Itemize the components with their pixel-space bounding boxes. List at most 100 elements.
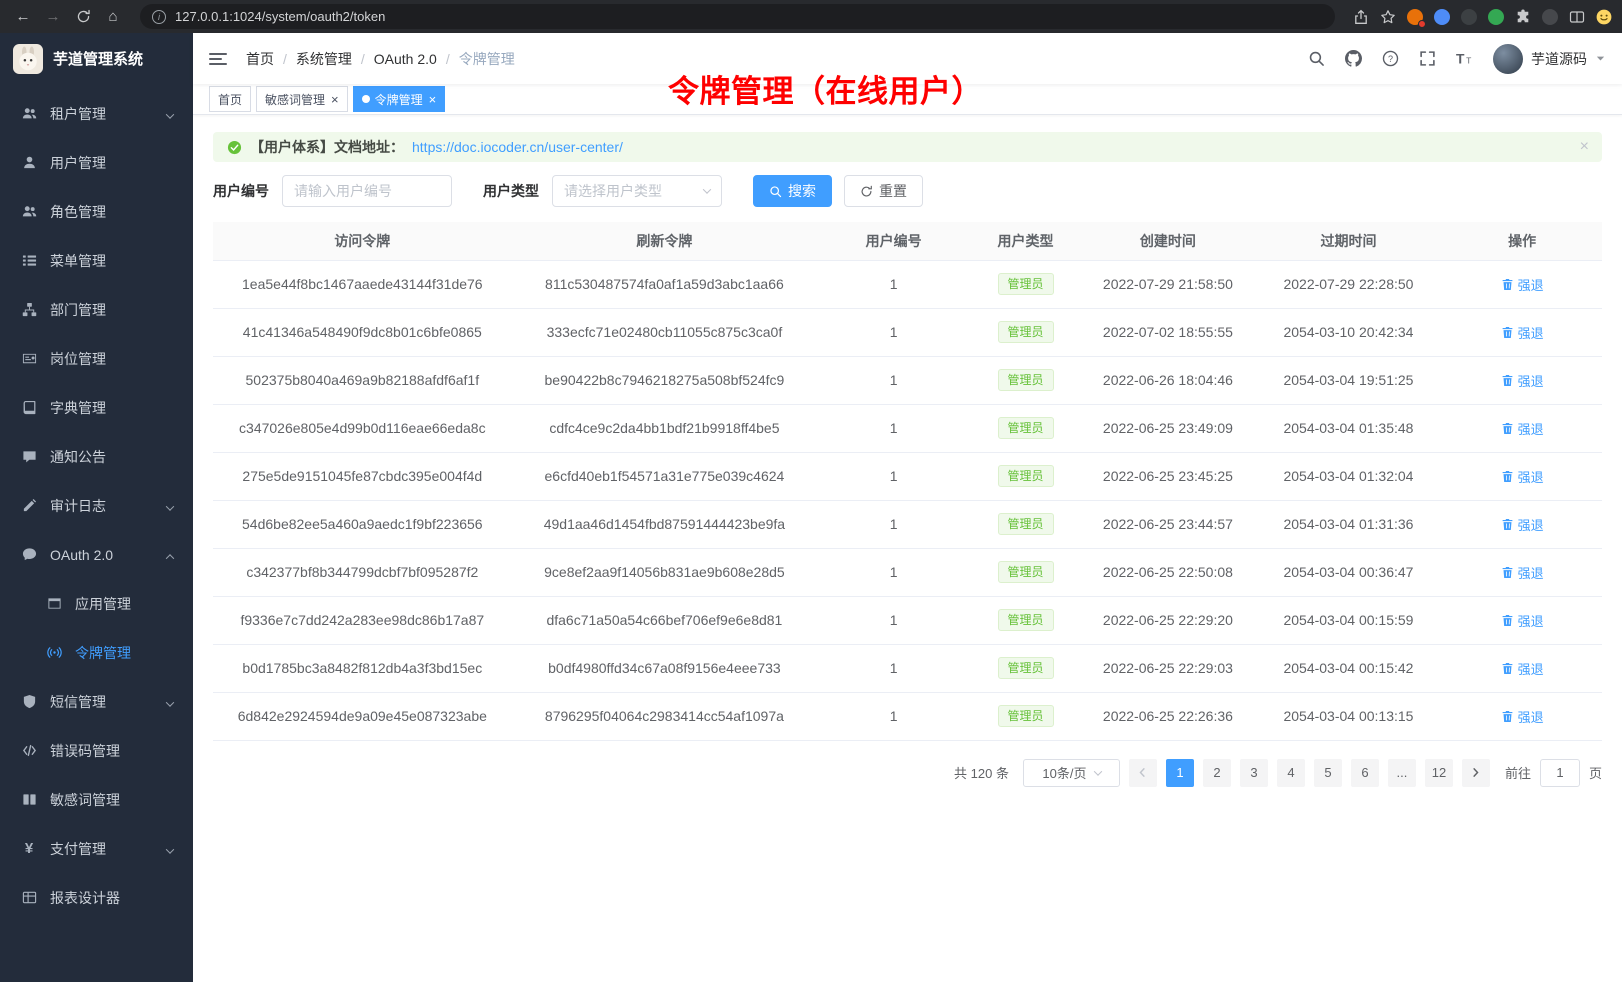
force-logout-button[interactable]: 强退 [1501,707,1544,726]
reload-icon[interactable] [70,5,96,29]
home-icon[interactable]: ⌂ [100,5,126,29]
alert-doc-link[interactable]: https://doc.iocoder.cn/user-center/ [412,139,623,155]
sidebar-item-oauth[interactable]: OAuth 2.0 [0,530,193,579]
share-icon[interactable] [1353,9,1369,25]
force-logout-button[interactable]: 强退 [1501,563,1544,582]
extension-icon[interactable] [1434,9,1450,25]
user-type-select[interactable]: 请选择用户类型 [552,175,722,207]
fullscreen-icon[interactable] [1419,50,1436,67]
sidebar-item-role[interactable]: 角色管理 [0,187,193,236]
sidebar-item-token[interactable]: 令牌管理 [0,628,193,677]
page-button-3[interactable]: 3 [1240,759,1268,787]
force-logout-button[interactable]: 强退 [1501,419,1544,438]
sidebar-item-label: 字典管理 [50,398,106,418]
force-logout-button[interactable]: 强退 [1501,467,1544,486]
user-id-input[interactable] [282,175,452,207]
force-logout-button[interactable]: 强退 [1501,371,1544,390]
forward-icon[interactable]: → [40,5,66,29]
force-logout-button[interactable]: 强退 [1501,275,1544,294]
back-icon[interactable]: ← [10,5,36,29]
action-cell: 强退 [1442,644,1602,692]
breadcrumb-item[interactable]: 系统管理 [296,49,352,69]
sidebar-item-menu[interactable]: 菜单管理 [0,236,193,285]
action-cell: 强退 [1442,548,1602,596]
split-view-icon[interactable] [1569,9,1585,25]
page-size-select[interactable]: 10条/页 [1023,759,1120,787]
sms-icon [21,694,37,710]
extension-icon[interactable] [1461,9,1477,25]
user-id-cell: 1 [817,596,970,644]
tab-close-icon[interactable]: × [331,93,339,106]
user-type-cell: 管理员 [970,308,1081,356]
sidebar-item-notice[interactable]: 通知公告 [0,432,193,481]
sidebar-item-report[interactable]: 报表设计器 [0,873,193,922]
sidebar-item-log[interactable]: 审计日志 [0,481,193,530]
breadcrumb-item[interactable]: 首页 [246,49,274,69]
user-avatar[interactable] [1493,44,1523,74]
font-size-icon[interactable]: TT [1456,50,1473,67]
extension-icon[interactable] [1542,9,1558,25]
page-ellipsis[interactable]: ... [1388,759,1416,787]
sidebar-item-sensitive[interactable]: 敏感词管理 [0,775,193,824]
github-icon[interactable] [1345,50,1362,67]
address-bar[interactable]: i 127.0.0.1:1024/system/oauth2/token [140,4,1335,29]
bookmark-star-icon[interactable] [1380,9,1396,25]
search-icon[interactable] [1308,50,1325,67]
goto-suffix: 页 [1589,763,1602,782]
tab-1[interactable]: 敏感词管理× [256,86,348,112]
sidebar-item-app[interactable]: 应用管理 [0,579,193,628]
extensions-puzzle-icon[interactable] [1515,9,1531,25]
force-logout-button[interactable]: 强退 [1501,515,1544,534]
next-page-button[interactable] [1462,759,1490,787]
page-button-2[interactable]: 2 [1203,759,1231,787]
user-menu[interactable]: 芋道源码 [1493,44,1606,74]
app-logo[interactable]: 芋道管理系统 [0,33,193,84]
page-button-5[interactable]: 5 [1314,759,1342,787]
dict-icon [21,400,37,416]
page-button-12[interactable]: 12 [1425,759,1453,787]
token-table: 访问令牌刷新令牌用户编号用户类型创建时间过期时间操作 1ea5e44f8bc14… [213,222,1602,741]
page-button-4[interactable]: 4 [1277,759,1305,787]
sidebar-item-dept[interactable]: 部门管理 [0,285,193,334]
sidebar-item-user[interactable]: 用户管理 [0,138,193,187]
force-logout-button[interactable]: 强退 [1501,611,1544,630]
column-header: 刷新令牌 [512,222,818,260]
sidebar-item-pay[interactable]: ¥支付管理 [0,824,193,873]
sidebar-item-post[interactable]: 岗位管理 [0,334,193,383]
trash-icon [1501,614,1514,627]
help-icon[interactable]: ? [1382,50,1399,67]
refresh-token-cell: 8796295f04064c2983414cc54af1097a [512,692,818,740]
sidebar-item-label: 短信管理 [50,692,106,712]
prev-page-button[interactable] [1129,759,1157,787]
extension-icon[interactable] [1488,9,1504,25]
sidebar-item-tenant[interactable]: 租户管理 [0,89,193,138]
extension-icon[interactable] [1407,9,1423,25]
tab-0[interactable]: 首页 [209,86,251,112]
sidebar-item-errcode[interactable]: 错误码管理 [0,726,193,775]
alert-close-icon[interactable]: × [1580,139,1589,155]
trash-icon [1501,470,1514,483]
force-logout-button[interactable]: 强退 [1501,659,1544,678]
refresh-token-cell: dfa6c71a50a54c66bef706ef9e6e8d81 [512,596,818,644]
goto-page-input[interactable] [1540,759,1580,787]
force-logout-button[interactable]: 强退 [1501,323,1544,342]
tab-2[interactable]: 令牌管理× [353,86,446,112]
sidebar-item-label: 令牌管理 [75,643,131,663]
sidebar-item-sms[interactable]: 短信管理 [0,677,193,726]
table-row: 275e5de9151045fe87cbdc395e004f4de6cfd40e… [213,452,1602,500]
expire-time-cell: 2054-03-04 01:32:04 [1255,452,1443,500]
sidebar-item-dict[interactable]: 字典管理 [0,383,193,432]
tab-close-icon[interactable]: × [429,93,437,106]
sensitive-icon [21,792,37,808]
page-button-1[interactable]: 1 [1166,759,1194,787]
breadcrumb-item[interactable]: OAuth 2.0 [374,51,437,67]
page-button-6[interactable]: 6 [1351,759,1379,787]
sidebar-item-label: 审计日志 [50,496,106,516]
site-info-icon[interactable]: i [152,10,166,24]
page-buttons: 123456...12 [1166,759,1453,787]
success-check-icon [227,140,242,155]
reset-button[interactable]: 重置 [844,175,923,207]
profile-avatar-icon[interactable] [1596,9,1612,25]
search-button[interactable]: 搜索 [753,175,832,207]
sidebar-collapse-icon[interactable] [209,53,227,65]
